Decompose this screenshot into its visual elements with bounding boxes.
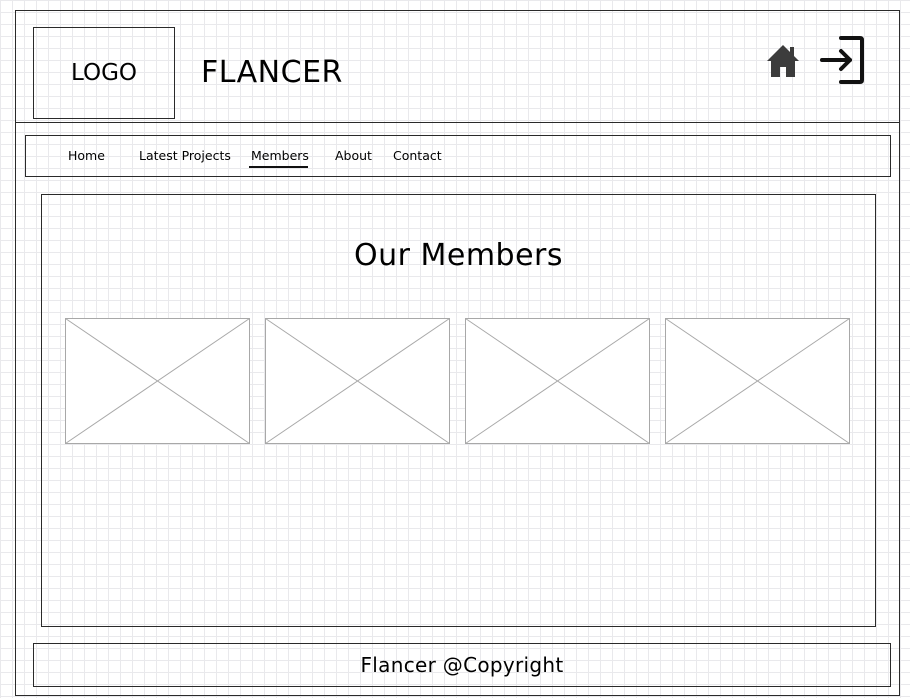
section-title: Our Members <box>353 238 564 273</box>
logo[interactable]: LOGO <box>33 27 175 119</box>
image-placeholder-icon <box>65 318 250 444</box>
nav-item-contact[interactable]: Contact <box>393 148 442 163</box>
image-placeholder-icon <box>665 318 850 444</box>
footer: Flancer @Copyright <box>33 643 891 687</box>
home-icon[interactable] <box>766 44 800 78</box>
header-divider <box>15 122 900 123</box>
member-image-placeholder[interactable] <box>65 318 250 444</box>
footer-copyright: Flancer @Copyright <box>360 653 564 677</box>
nav-item-about[interactable]: About <box>335 148 372 163</box>
site-title: FLANCER <box>201 55 343 90</box>
member-image-placeholder[interactable] <box>465 318 650 444</box>
member-image-placeholder[interactable] <box>265 318 450 444</box>
image-placeholder-icon <box>465 318 650 444</box>
image-placeholder-icon <box>265 318 450 444</box>
logo-label: LOGO <box>70 60 138 86</box>
nav-item-home[interactable]: Home <box>68 148 105 163</box>
nav-item-latest-projects[interactable]: Latest Projects <box>139 148 231 163</box>
login-icon[interactable] <box>817 36 865 84</box>
nav-item-members[interactable]: Members <box>251 148 309 163</box>
active-nav-indicator <box>249 166 308 168</box>
member-image-placeholder[interactable] <box>665 318 850 444</box>
